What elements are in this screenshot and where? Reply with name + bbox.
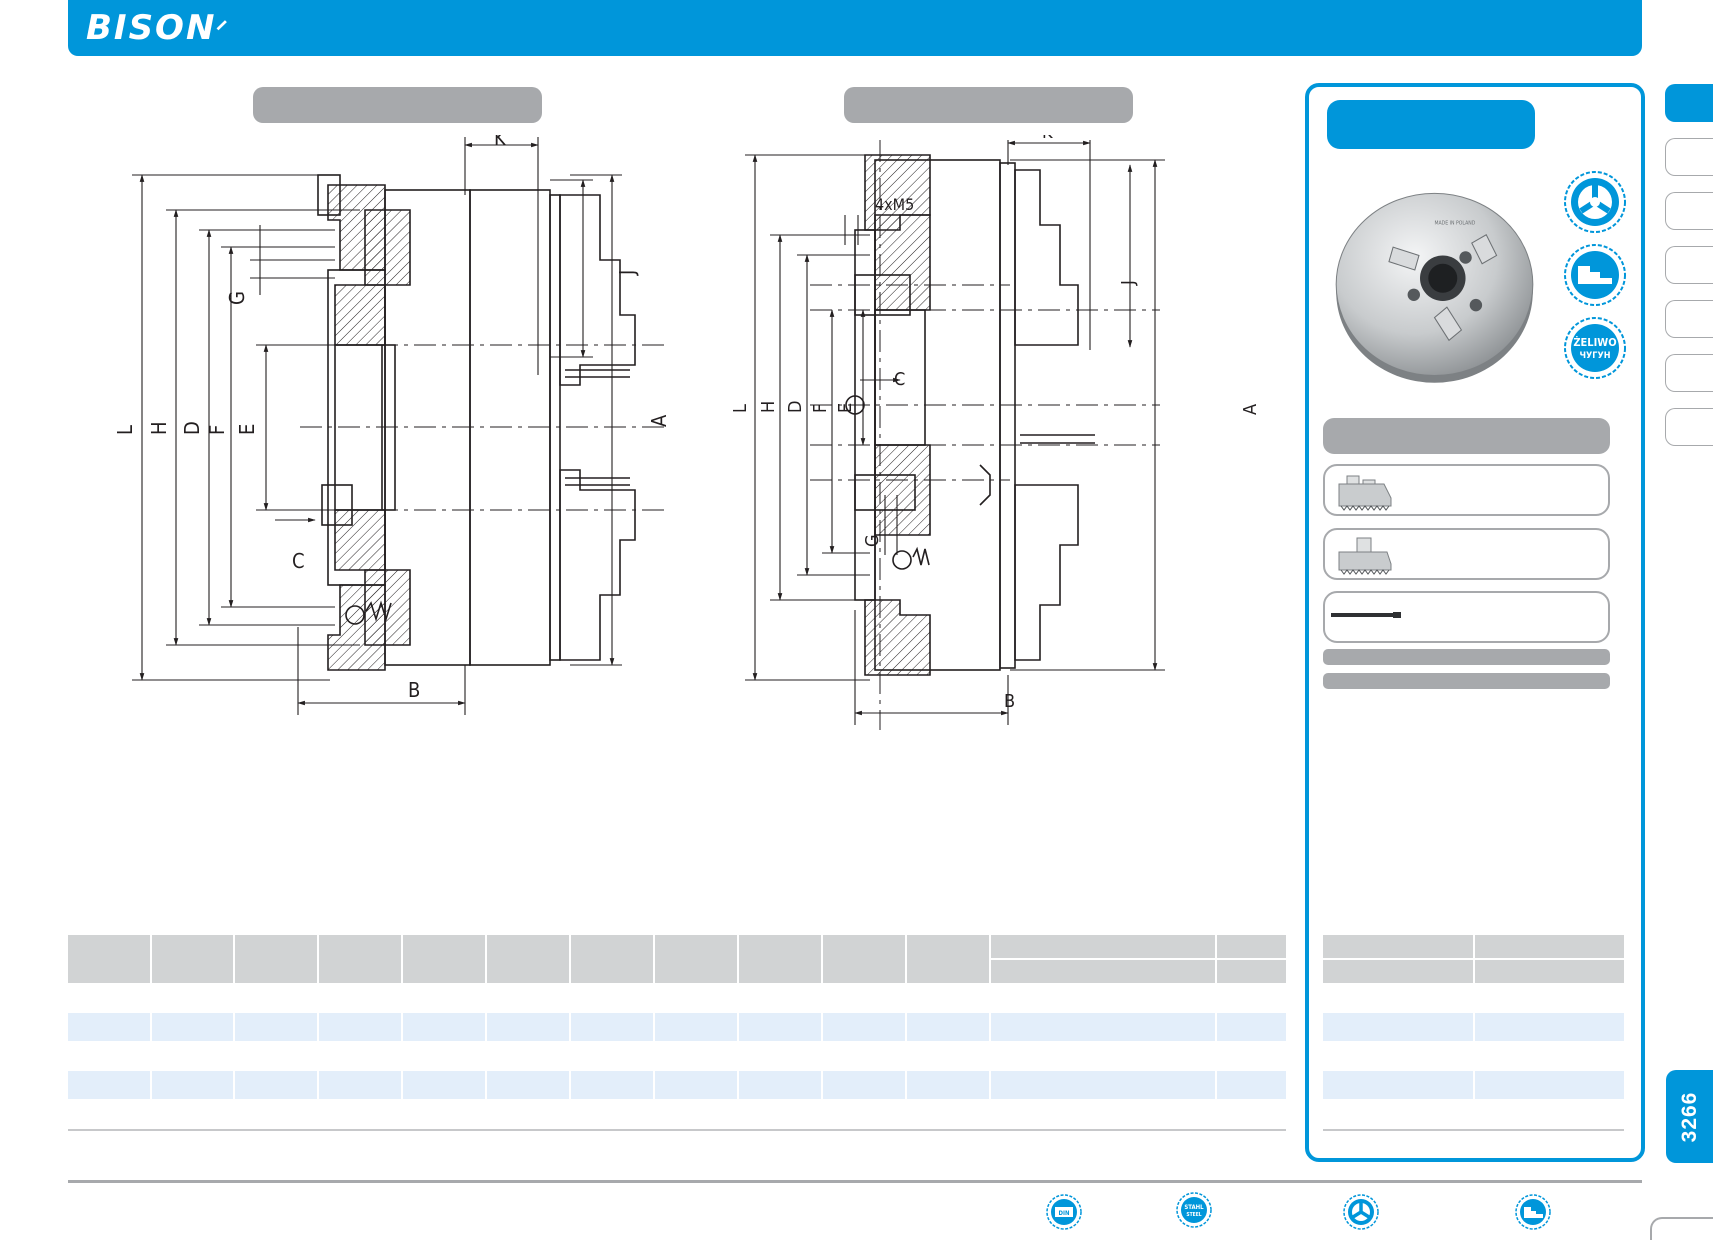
cast-iron-text-pl: ŻELIWO (1573, 335, 1616, 349)
side-table-body-grid (1473, 1013, 1475, 1099)
jaw-set-icon-2 (1338, 537, 1392, 575)
right-view-title (844, 87, 1133, 123)
label-B-right: B (1004, 691, 1015, 712)
right-jaw-bottom (1014, 484, 1079, 661)
label-D-right: D (785, 401, 806, 413)
label-A-right: A (1240, 404, 1261, 415)
label-K-right: K (1042, 135, 1053, 143)
cast-iron-icon: ŻELIWO ЧУГУН (1564, 317, 1626, 379)
accessory-solid-jaws-inside[interactable] (1323, 528, 1610, 580)
edge-tab[interactable] (1665, 354, 1713, 392)
page-number-tab: 3266 (1666, 1070, 1713, 1163)
chuck-key-icon (1331, 612, 1401, 618)
main-table-header-grid (150, 935, 1286, 983)
cast-iron-text-ru: ЧУГУН (1580, 351, 1611, 361)
edge-tab[interactable] (1665, 300, 1713, 338)
label-G-right: G (862, 534, 883, 547)
label-E-left: E (235, 424, 259, 435)
label-K-left: K (494, 135, 507, 150)
main-table-body-grid (150, 1013, 1217, 1099)
accessory-solid-jaws-outside[interactable] (1323, 464, 1610, 516)
label-H-left: H (147, 421, 171, 435)
stepped-jaws-icon (1515, 1194, 1551, 1230)
label-J-left: J (615, 270, 639, 276)
edge-tab-bottom[interactable] (1650, 1217, 1713, 1240)
edge-tab[interactable] (1665, 408, 1713, 446)
label-F-left: F (205, 425, 229, 435)
edge-tab[interactable] (1665, 138, 1713, 176)
main-table (68, 935, 1286, 983)
sidebar-bar-2 (1323, 673, 1610, 689)
right-jaw-top (1014, 169, 1079, 346)
label-C-left: C (292, 549, 305, 573)
edge-tab-active[interactable] (1665, 84, 1713, 122)
three-jaw-icon (1564, 171, 1626, 233)
stahl-text: STAHL (1184, 1204, 1204, 1211)
three-jaw-icon (1343, 1194, 1379, 1230)
accessories-heading (1323, 418, 1610, 454)
brand-logo: BISONᐟ (86, 8, 230, 48)
edge-tab[interactable] (1665, 192, 1713, 230)
left-jaw-bottom (559, 469, 636, 661)
side-table-bottom-rule (1323, 1129, 1624, 1131)
left-view-title (253, 87, 542, 123)
header-bar: BISONᐟ (68, 0, 1642, 56)
label-L-left: L (113, 425, 137, 435)
label-D-left: D (180, 421, 204, 435)
chuck-engraving: MADE IN POLAND (1435, 220, 1476, 226)
page-number: 3266 (1677, 1091, 1701, 1142)
label-C-right: C (894, 369, 905, 390)
sidebar-bar-1 (1323, 649, 1610, 665)
stahl-steel-icon: STAHL STEEL (1176, 1192, 1212, 1228)
technical-drawing: L H D F E G C B K J A L H D F E G C B K … (113, 135, 1261, 730)
steel-text: STEEL (1186, 1212, 1201, 1218)
label-G-left: G (225, 291, 249, 305)
steel-body-icon (1564, 244, 1626, 306)
label-4xM5: 4xM5 (875, 195, 914, 214)
label-H-right: H (758, 401, 779, 413)
label-A-left: A (647, 414, 671, 427)
jaw-set-icon (1338, 475, 1392, 511)
accessory-chuck-key[interactable] (1323, 591, 1610, 643)
label-B-left: B (408, 678, 420, 702)
sidebar-title (1327, 100, 1535, 149)
label-E-right: E (835, 403, 856, 413)
edge-tab[interactable] (1665, 246, 1713, 284)
label-F-right: F (810, 404, 831, 413)
din-text: DIN (1058, 1210, 1069, 1217)
main-table-bottom-rule (68, 1129, 1286, 1131)
din-standard-icon: DIN (1046, 1194, 1082, 1230)
label-L-right: L (730, 404, 751, 413)
side-table-header-grid (1323, 935, 1624, 983)
chuck-product-image: MADE IN POLAND (1335, 192, 1534, 383)
footer-rule (68, 1180, 1642, 1183)
label-J-right: J (1118, 280, 1139, 286)
